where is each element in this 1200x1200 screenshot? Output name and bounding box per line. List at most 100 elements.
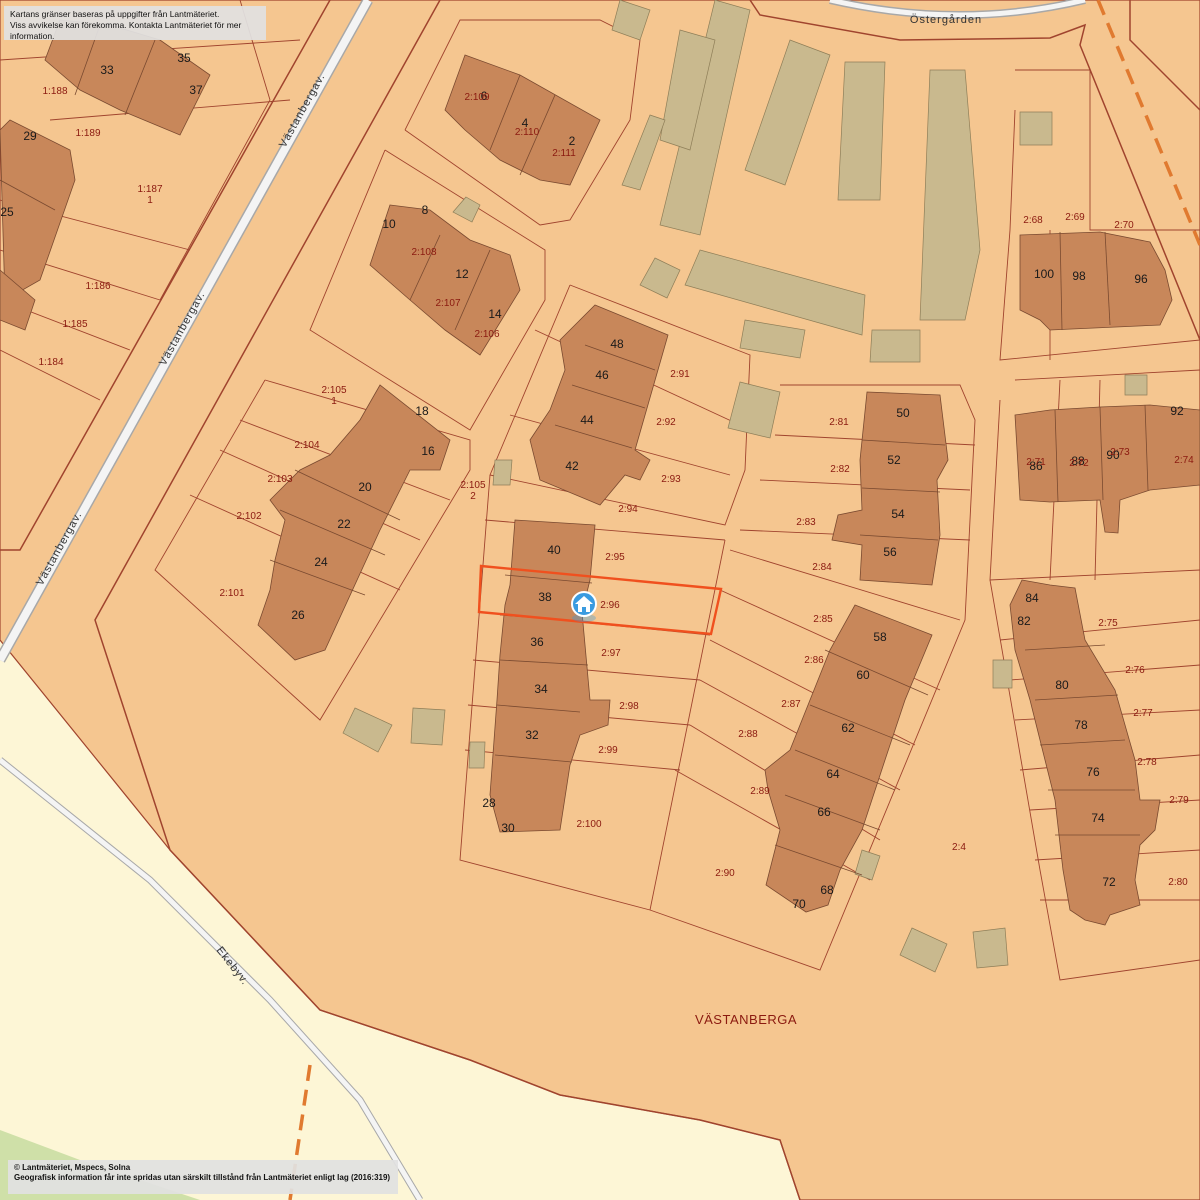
parcel-label: 2:80	[1168, 877, 1188, 888]
house-number: 36	[530, 635, 544, 649]
house-number: 24	[314, 555, 328, 569]
house-number: 70	[792, 897, 806, 911]
house-number: 10	[382, 217, 396, 231]
parcel-label: 2:78	[1137, 757, 1157, 768]
house-number: 22	[337, 517, 351, 531]
parcel-label: 2:74	[1174, 455, 1194, 466]
house-number: 30	[501, 821, 515, 835]
parcel-label: 2:92	[656, 417, 676, 428]
parcel-label: 2:77	[1133, 708, 1153, 719]
parcel-label: 2:103	[267, 474, 292, 485]
parcel-label: 1	[331, 396, 337, 407]
parcel-label: 2	[470, 491, 476, 502]
house-number: 60	[856, 668, 870, 682]
parcel-label: 2:84	[812, 562, 832, 573]
house-number: 20	[358, 480, 372, 494]
house-number: 37	[189, 83, 203, 97]
parcel-label: 2:105	[460, 480, 485, 491]
house-number: 28	[482, 796, 496, 810]
road-label-ostergarden: Östergården	[910, 14, 982, 26]
house-number: 74	[1091, 811, 1105, 825]
parcel-label: 2:94	[618, 504, 638, 515]
house-number: 32	[525, 728, 539, 742]
parcel-label: 2:76	[1125, 665, 1145, 676]
house-number: 50	[896, 406, 910, 420]
parcel-label: 2:105	[321, 385, 346, 396]
credits-box: © Lantmäteriet, Mspecs, Solna Geografisk…	[8, 1160, 398, 1194]
parcel-label: 2:99	[598, 745, 618, 756]
map-view[interactable]: Östergården Västanbergav. Västanbergav. …	[0, 0, 1200, 1200]
parcel-label: 2:107	[435, 298, 460, 309]
disclaimer-box: Kartans gränser baseras på uppgifter frå…	[4, 6, 266, 41]
parcel-label: 2:110	[515, 127, 540, 138]
parcel-label: 2:68	[1023, 215, 1043, 226]
house-number: 35	[177, 51, 191, 65]
parcel-label: 2:108	[411, 247, 436, 258]
parcel-label: 1	[147, 195, 153, 206]
parcel-label: 1:188	[42, 86, 67, 97]
parcel-label: 2:85	[813, 614, 833, 625]
house-number: 72	[1102, 875, 1116, 889]
parcel-label: 2:70	[1114, 220, 1134, 231]
parcel-label: 1:185	[62, 319, 87, 330]
house-number: 48	[610, 337, 624, 351]
house-number: 98	[1072, 269, 1086, 283]
parcel-label: 2:82	[830, 464, 850, 475]
house-number: 8	[422, 203, 429, 217]
parcel-label: 2:86	[804, 655, 824, 666]
disclaimer-line-2: Viss avvikelse kan förekomma. Kontakta L…	[10, 20, 242, 41]
parcel-label: 2:100	[576, 819, 601, 830]
parcel-label: 2:104	[294, 440, 319, 451]
parcel-label: 1:184	[38, 357, 63, 368]
parcel-label: 1:186	[85, 281, 110, 292]
house-number: 2	[569, 134, 576, 148]
credits-line-2: Geografisk information får inte spridas …	[14, 1173, 391, 1182]
house-number: 56	[883, 545, 897, 559]
home-marker-icon[interactable]	[571, 591, 597, 622]
parcel-label: 2:106	[474, 329, 499, 340]
parcel-label: 2:101	[219, 588, 244, 599]
house-number: 12	[455, 267, 469, 281]
house-number: 46	[595, 368, 609, 382]
house-number: 68	[820, 883, 834, 897]
disclaimer-line-1: Kartans gränser baseras på uppgifter frå…	[10, 9, 220, 19]
credits-line-1: © Lantmäteriet, Mspecs, Solna	[14, 1163, 131, 1172]
parcel-label: 2:79	[1169, 795, 1189, 806]
house-number: 42	[565, 459, 579, 473]
parcel-label: 2:96	[600, 600, 620, 611]
house-number: 54	[891, 507, 905, 521]
house-number: 58	[873, 630, 887, 644]
parcel-label: 2:81	[829, 417, 849, 428]
house-number: 80	[1055, 678, 1069, 692]
area-label: VÄSTANBERGA	[695, 1012, 797, 1027]
parcel-label: 2:83	[796, 517, 816, 528]
property-map[interactable]: Östergården Västanbergav. Västanbergav. …	[0, 0, 1200, 1200]
parcel-label: 2:102	[236, 511, 261, 522]
house-number: 38	[538, 590, 552, 604]
house-number: 40	[547, 543, 561, 557]
parcel-label: 2:4	[952, 842, 966, 853]
parcel-label: 2:109	[464, 92, 489, 103]
parcel-label: 2:111	[552, 148, 576, 159]
parcel-label: 2:90	[715, 868, 735, 879]
house-number: 64	[826, 767, 840, 781]
parcel-label: 2:71	[1026, 457, 1046, 468]
parcel-label: 1:189	[75, 128, 100, 139]
parcel-label: 2:98	[619, 701, 639, 712]
house-number: 18	[415, 404, 429, 418]
house-number: 26	[291, 608, 305, 622]
house-number: 78	[1074, 718, 1088, 732]
parcel-label: 2:91	[670, 369, 690, 380]
parcel-label: 2:73	[1110, 447, 1130, 458]
house-number: 16	[421, 444, 435, 458]
house-number: 62	[841, 721, 855, 735]
house-number: 92	[1170, 404, 1184, 418]
house-number: 29	[23, 129, 37, 143]
parcel-label: 2:89	[750, 786, 770, 797]
parcel-label: 2:87	[781, 699, 801, 710]
house-number: 100	[1034, 267, 1054, 281]
parcel-label: 2:72	[1069, 458, 1089, 469]
parcel-label: 2:88	[738, 729, 758, 740]
house-number: 25	[0, 205, 14, 219]
parcel-label: 2:97	[601, 648, 621, 659]
